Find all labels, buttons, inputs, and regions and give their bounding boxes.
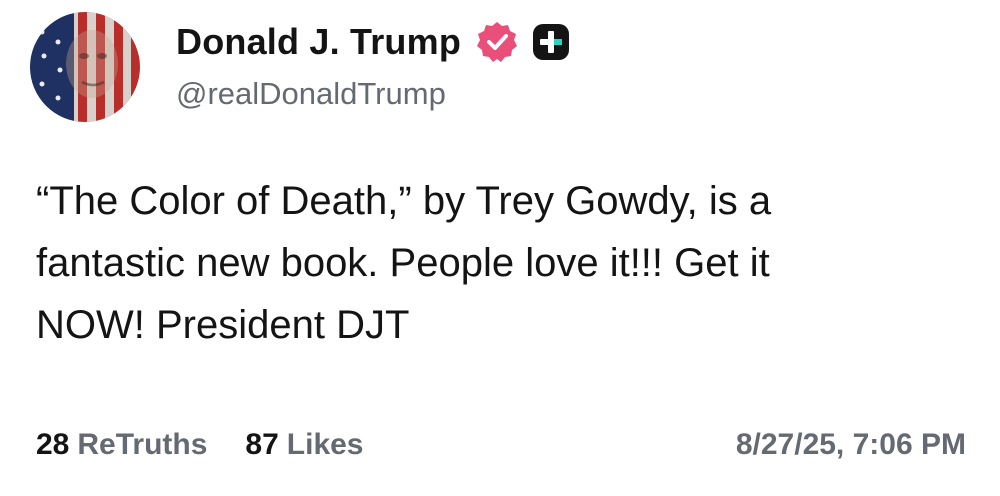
likes-stat[interactable]: 87 Likes [245, 428, 363, 462]
post-text: “The Color of Death,” by Trey Gowdy, is … [36, 170, 966, 356]
retruths-stat[interactable]: 28 ReTruths [36, 428, 207, 462]
retruths-count: 28 [36, 428, 70, 461]
avatar[interactable] [30, 12, 140, 122]
verified-badge-icon [475, 20, 519, 64]
post-line: fantastic new book. People love it!!! Ge… [36, 241, 770, 285]
author-handle[interactable]: @realDonaldTrump [176, 76, 446, 112]
post-line: NOW! President DJT [36, 303, 410, 347]
post-line: “The Color of Death,” by Trey Gowdy, is … [36, 179, 772, 223]
plus-badge-icon [531, 22, 571, 62]
display-name[interactable]: Donald J. Trump [176, 21, 461, 63]
retruths-label: ReTruths [77, 428, 208, 461]
post-timestamp[interactable]: 8/27/25, 7:06 PM [736, 428, 966, 462]
post-card: Donald J. Trump @realDonaldTrump “The Co… [0, 0, 1000, 496]
likes-count: 87 [245, 428, 279, 461]
flag-portrait-avatar [30, 12, 140, 122]
post-footer: 28 ReTruths 87 Likes 8/27/25, 7:06 PM [36, 420, 966, 470]
likes-label: Likes [286, 428, 364, 461]
author-row: Donald J. Trump [176, 16, 571, 68]
